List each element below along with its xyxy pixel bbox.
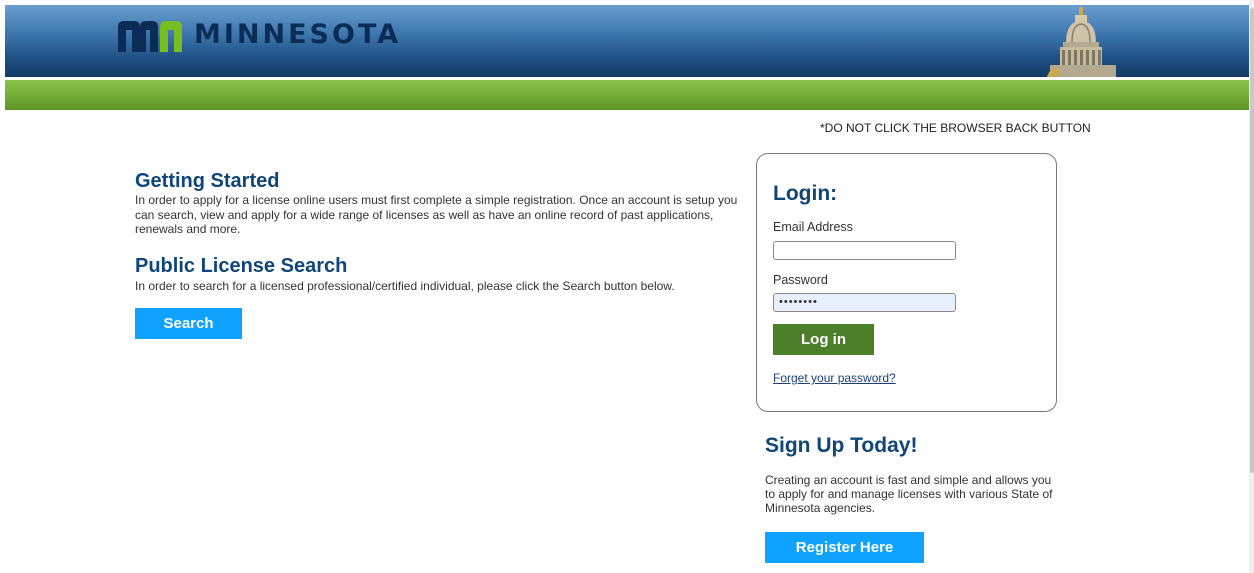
getting-started-text: In order to apply for a license online u… xyxy=(135,193,738,236)
password-field[interactable]: •••••••• xyxy=(773,293,956,312)
page-scrollbar[interactable] xyxy=(1249,0,1254,573)
signup-title: Sign Up Today! xyxy=(765,434,918,457)
public-license-search-title: Public License Search xyxy=(135,255,348,277)
back-button-warning: *DO NOT CLICK THE BROWSER BACK BUTTON xyxy=(820,121,1091,135)
mn-logo-icon xyxy=(118,21,182,52)
capitol-building-icon xyxy=(1047,7,1116,77)
public-license-search-text: In order to search for a licensed profes… xyxy=(135,279,675,293)
scrollbar-thumb[interactable] xyxy=(1250,8,1254,473)
logo-text: MINNESOTA xyxy=(194,19,402,50)
green-banner xyxy=(5,80,1249,110)
search-button[interactable]: Search xyxy=(135,308,242,339)
signup-text: Creating an account is fast and simple a… xyxy=(765,473,1053,515)
register-button[interactable]: Register Here xyxy=(765,532,924,563)
login-button[interactable]: Log in xyxy=(773,324,874,355)
forgot-password-link[interactable]: Forget your password? xyxy=(773,371,896,385)
login-title: Login: xyxy=(773,182,838,205)
email-field[interactable] xyxy=(773,241,956,260)
password-label: Password xyxy=(773,273,828,287)
login-panel: Login: Email Address Password •••••••• L… xyxy=(756,153,1057,412)
getting-started-title: Getting Started xyxy=(135,170,280,192)
email-label: Email Address xyxy=(773,220,853,234)
minnesota-logo[interactable]: MINNESOTA xyxy=(118,18,401,52)
